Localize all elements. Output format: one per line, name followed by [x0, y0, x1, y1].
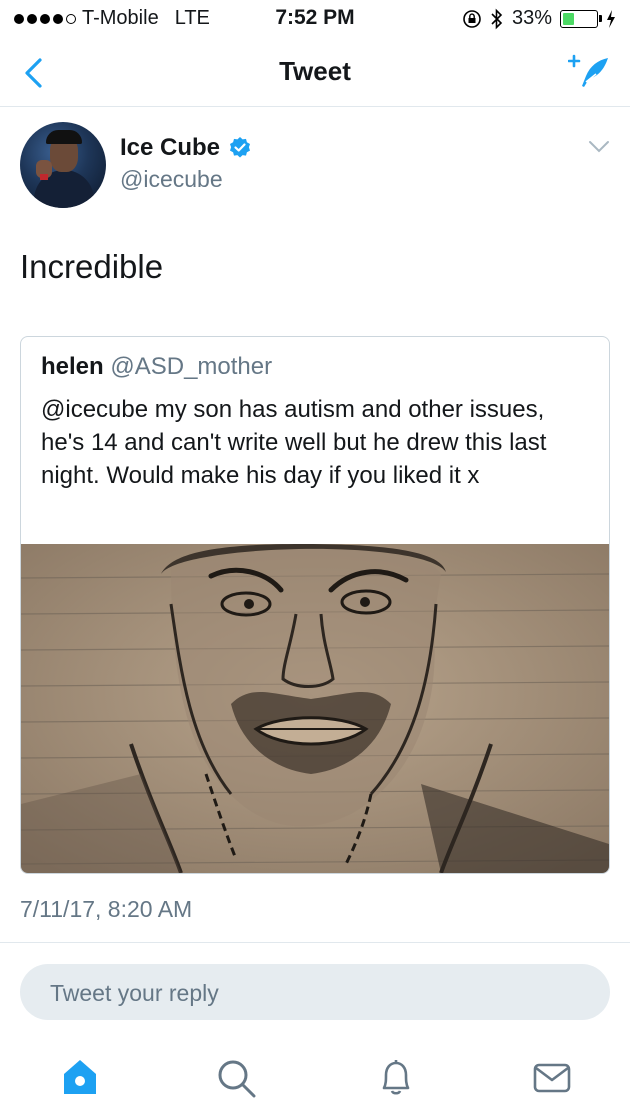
author-name-row: Ice Cube: [120, 134, 252, 162]
quoted-author-name: helen: [41, 353, 104, 380]
search-tab[interactable]: [214, 1056, 258, 1100]
tab-bar: [0, 1048, 630, 1120]
messages-tab[interactable]: [530, 1056, 574, 1100]
reply-placeholder: Tweet your reply: [50, 980, 219, 1006]
home-tab[interactable]: [58, 1056, 102, 1100]
bluetooth-icon: [491, 8, 503, 29]
compose-tweet-icon: [568, 54, 608, 87]
notifications-icon: [382, 1060, 410, 1095]
verified-badge-icon: [230, 137, 251, 158]
quoted-tweet-text: @icecube my son has autism and other iss…: [41, 396, 547, 489]
quoted-tweet[interactable]: helen @ASD_mother @icecube my son has au…: [20, 336, 610, 874]
quoted-author-handle: @ASD_mother: [110, 353, 273, 380]
nav-bar: Tweet: [0, 36, 630, 107]
author-handle[interactable]: @icecube: [120, 166, 223, 193]
tweet-timestamp: 7/11/17, 8:20 AM: [20, 896, 193, 922]
quoted-tweet-image[interactable]: [21, 544, 609, 873]
search-icon: [218, 1060, 256, 1098]
messages-icon: [533, 1063, 571, 1093]
notifications-tab[interactable]: [374, 1056, 418, 1100]
orientation-lock-icon: [463, 9, 481, 28]
battery-percent: 33%: [511, 7, 552, 29]
battery-icon: [560, 9, 602, 28]
avatar[interactable]: [20, 122, 106, 208]
reply-input[interactable]: Tweet your reply: [20, 964, 610, 1020]
tweet-text: Incredible: [20, 248, 164, 285]
status-bar: T-Mobile LTE 7:52 PM 33%: [0, 0, 630, 36]
author-name[interactable]: Ice Cube: [120, 134, 220, 162]
tweet-author: Ice Cube @icecube: [20, 122, 610, 212]
status-right: 33%: [462, 7, 616, 30]
page-title: Tweet: [279, 56, 351, 86]
charging-icon: [607, 9, 615, 28]
divider: [0, 942, 630, 943]
compose-tweet-button[interactable]: [568, 52, 612, 92]
chevron-down-icon: [589, 141, 609, 153]
quoted-author: helen @ASD_mother: [41, 353, 272, 381]
more-options-button[interactable]: [588, 140, 610, 154]
